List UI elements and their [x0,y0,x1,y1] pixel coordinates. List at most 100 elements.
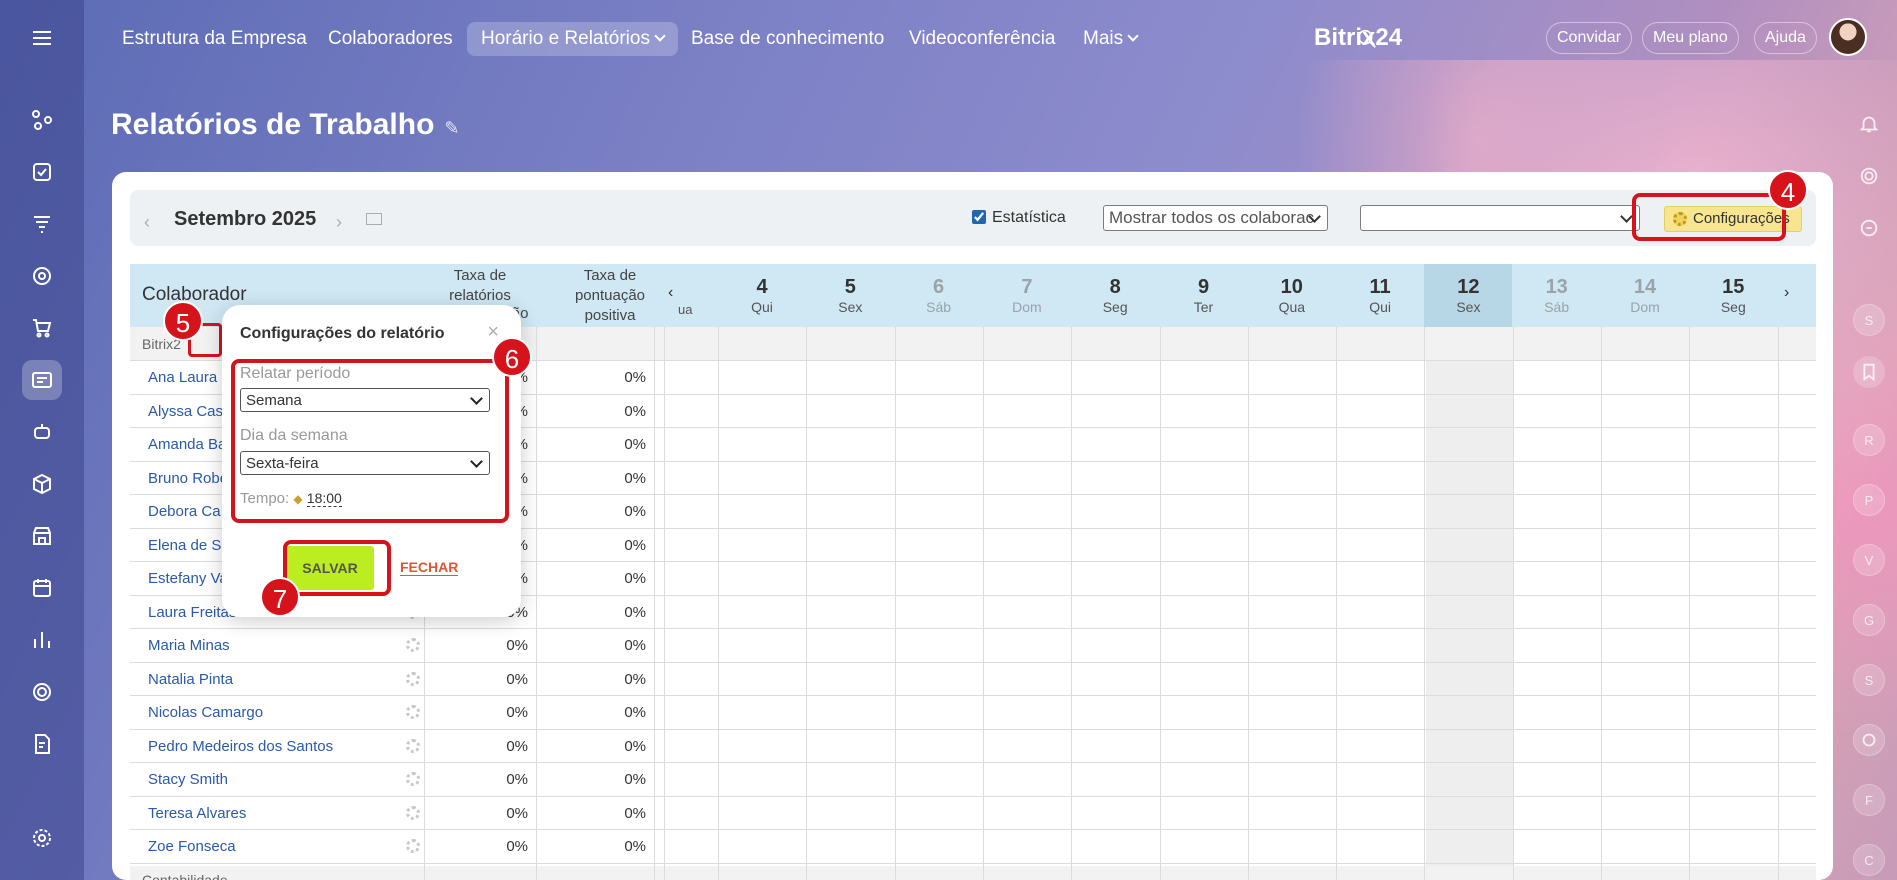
scroll-left-icon[interactable]: ‹ [668,284,673,302]
grid-line [1601,327,1602,880]
contact-avatar[interactable]: G [1853,604,1885,636]
close-button[interactable]: FECHAR [400,559,459,576]
pin-icon[interactable]: ✎ [444,118,459,138]
contact-avatar-icon[interactable] [1853,724,1885,756]
analytics-icon[interactable] [22,620,62,660]
crm-icon[interactable] [22,204,62,244]
day-weekday: Qua [1278,299,1306,315]
store-icon[interactable] [22,516,62,556]
day-weekday: Dom [1012,299,1042,315]
reports-icon[interactable] [22,360,62,400]
my-plan-button[interactable]: Meu plano [1642,22,1739,54]
sites-icon[interactable] [22,672,62,712]
bell-icon[interactable] [1853,108,1885,140]
department-select[interactable] [1360,205,1640,231]
scroll-right-icon[interactable]: › [1784,284,1789,302]
employee-name[interactable]: Zoe Fonseca [148,838,236,855]
day-number: 5 [844,276,856,298]
target-icon[interactable] [22,256,62,296]
user-avatar[interactable] [1829,18,1867,56]
employee-name[interactable]: Stacy Smith [148,771,228,788]
employee-name[interactable]: Amanda Ba [148,436,226,453]
employee-name[interactable]: Ana Laura [148,369,217,386]
rate-positive-value: 0% [624,637,646,654]
row-gear-icon[interactable] [406,671,420,686]
day-header-10: 10 Qua [1248,276,1336,315]
grid-line [718,327,719,880]
row-gear-icon[interactable] [406,839,420,853]
nav-employees[interactable]: Colaboradores [314,22,467,56]
row-gear-icon[interactable] [406,738,420,753]
next-month-icon[interactable]: › [336,212,342,233]
copilot-icon[interactable] [1853,160,1885,192]
row-gear-icon[interactable] [406,772,420,786]
day-header-5: 5 Sex [806,276,894,315]
employees-filter-select[interactable]: Mostrar todos os colaborac [1103,205,1328,231]
employee-name[interactable]: Pedro Medeiros dos Santos [148,738,333,755]
day-number: 8 [1109,276,1121,298]
rate-positive-value: 0% [624,402,646,420]
tasks-icon[interactable] [22,152,62,192]
employee-name[interactable]: Debora Ca [148,503,221,520]
statistics-checkbox[interactable] [972,210,986,224]
row-gear-icon[interactable] [406,705,420,719]
nav-knowledge-base[interactable]: Base de conhecimento [677,22,898,56]
page-title: Relatórios de Trabalho ✎ [111,108,460,142]
day-number: 11 [1369,276,1391,298]
employee-name[interactable]: Elena de Si [148,537,225,554]
employee-name[interactable]: Nicolas Camargo [148,704,263,721]
invite-button[interactable]: Convidar [1546,22,1633,54]
help-button[interactable]: Ajuda [1754,22,1817,54]
grid-line [1778,327,1779,880]
documents-icon[interactable] [22,724,62,764]
box-icon[interactable] [22,464,62,504]
nav-company-structure[interactable]: Estrutura da Empresa [108,22,321,56]
table-row: Natalia Pinta 0% 0% [130,663,1816,696]
nav-time-reports[interactable]: Horário e Relatórios [467,22,678,56]
nav-more[interactable]: Mais [1069,22,1151,56]
employee-name[interactable]: Teresa Alvares [148,805,246,822]
close-icon[interactable]: × [487,321,499,344]
rate-reports-value: 0% [506,771,528,788]
contact-avatar[interactable]: C [1853,844,1885,876]
contact-avatar[interactable]: S [1853,664,1885,696]
contact-avatar[interactable]: V [1853,544,1885,576]
chevron-down-icon [654,30,666,42]
row-gear-icon[interactable] [406,638,420,652]
day-number: 6 [933,276,945,298]
contact-avatar[interactable]: S [1853,304,1885,336]
calendar-icon[interactable] [22,568,62,608]
page-title-text: Relatórios de Trabalho [111,108,435,141]
day-weekday: Qui [1369,299,1391,315]
contact-avatar[interactable]: P [1853,484,1885,516]
employee-name[interactable]: Alyssa Cast [148,403,227,420]
feed-icon[interactable] [22,100,62,140]
employee-name[interactable]: Bruno Robe [148,470,228,487]
employee-name[interactable]: Estefany Va [148,570,228,587]
row-gear-icon[interactable] [406,805,420,820]
menu-icon[interactable] [22,18,62,58]
contact-avatar[interactable]: F [1853,784,1885,816]
employee-name[interactable]: Maria Minas [148,637,230,654]
prev-month-icon[interactable]: ‹ [144,212,150,233]
header-rate-positive: Taxa de pontuação positiva [574,267,646,324]
table-row: Teresa Alvares 0% 0% [130,797,1816,830]
robot-icon[interactable] [22,412,62,452]
grid-line [983,327,984,880]
rate-positive-value: 0% [624,570,646,587]
day-header-9: 9 Ter [1160,276,1248,315]
settings-gear-icon[interactable] [22,818,62,858]
day-number: 15 [1722,276,1745,298]
bookmark-icon[interactable] [1853,356,1885,388]
cart-icon[interactable] [22,308,62,348]
chat-icon[interactable] [1853,212,1885,244]
table-row: Stacy Smith 0% 0% [130,763,1816,797]
table-row: Maria Minas 0% 0% [130,629,1816,663]
rate-reports-value: 0% [506,737,528,755]
statistics-toggle[interactable]: Estatística [972,209,1066,227]
calendar-picker-icon[interactable] [366,213,382,225]
statistics-label: Estatística [992,209,1066,226]
nav-videoconference[interactable]: Videoconferência [895,22,1069,56]
employee-name[interactable]: Natalia Pinta [148,671,233,688]
contact-avatar[interactable]: R [1853,424,1885,456]
